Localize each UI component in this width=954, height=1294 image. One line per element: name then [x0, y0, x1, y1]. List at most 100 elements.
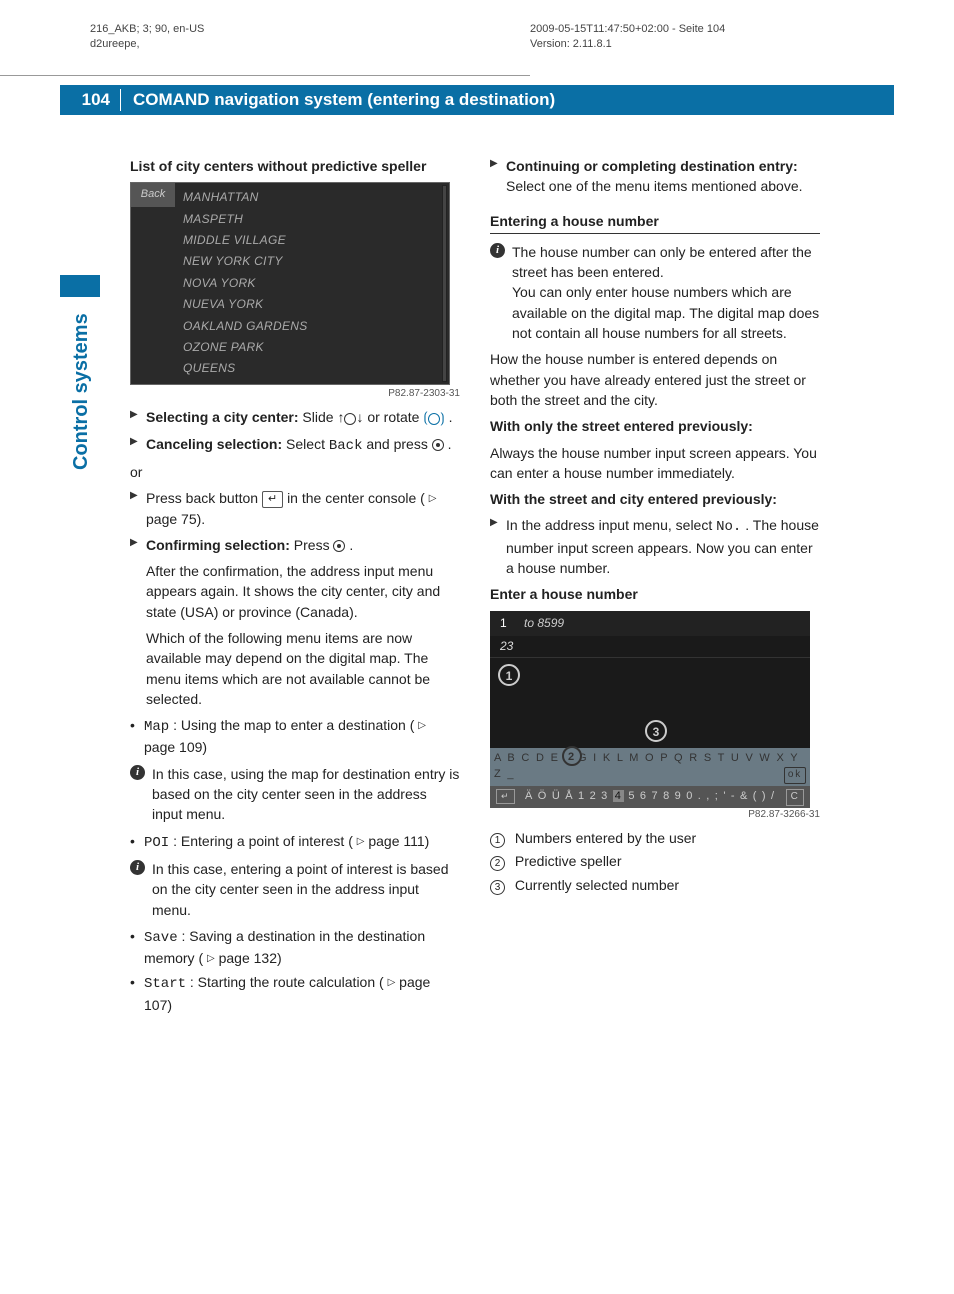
page-ref: page 111) — [368, 833, 429, 849]
entered-value: 23 — [490, 636, 810, 658]
list-item: QUEENS — [179, 358, 449, 379]
option-label: POI — [144, 835, 169, 851]
legend-item: 1 Numbers entered by the user — [490, 828, 820, 848]
page-number: 104 — [60, 90, 120, 110]
slide-icon: ↑↓ — [337, 409, 363, 425]
figure-caption: P82.87-2303-31 — [130, 387, 460, 402]
callout-number-icon: 3 — [490, 880, 505, 895]
doc-meta-right: 2009-05-15T11:47:50+02:00 - Seite 104 Ve… — [530, 22, 725, 53]
right-column: Continuing or completing destination ent… — [490, 150, 820, 1019]
or-separator: or — [130, 462, 460, 482]
section-heading: List of city centers without predictive … — [130, 156, 460, 176]
side-tab-label: Control systems — [70, 313, 93, 470]
row-pre: Ä Ö Ü Å 1 2 3 — [525, 790, 608, 802]
instruction-step: Continuing or completing destination ent… — [490, 156, 820, 197]
page-ref: page 75). — [146, 511, 205, 527]
meta-line: Version: 2.11.8.1 — [530, 37, 725, 52]
top-rule — [0, 75, 530, 76]
option-text: : Starting the route calculation ( — [190, 974, 384, 990]
shot-topbar: 1 to 8599 — [490, 611, 810, 636]
house-number-screenshot: 1 to 8599 23 1 3 A B C D E F G I K L M O… — [490, 611, 810, 806]
topbar-range: to 8599 — [524, 616, 564, 630]
step-text: Select — [286, 436, 329, 452]
option-label: Map — [144, 719, 169, 735]
header-separator — [120, 89, 121, 111]
page-ref: page 132) — [219, 950, 282, 966]
menu-option: Map : Using the map to enter a destinati… — [130, 715, 460, 758]
subheading: Entering a house number — [490, 211, 820, 234]
list-item: OAKLAND GARDENS — [179, 316, 449, 337]
callout-1-icon: 1 — [498, 664, 520, 686]
pageref-icon: ▷ — [207, 952, 215, 967]
legend-text: Predictive speller — [515, 853, 622, 869]
legend-item: 3 Currently selected number — [490, 875, 820, 895]
step-label: Selecting a city center: — [146, 409, 299, 425]
shot-middle: 1 3 — [490, 658, 810, 748]
page-title: COMAND navigation system (entering a des… — [133, 90, 555, 110]
legend-item: 2 Predictive speller — [490, 851, 820, 871]
callout-3-icon: 3 — [645, 720, 667, 742]
menu-option: Save : Saving a destination in the desti… — [130, 926, 460, 969]
legend-text: Numbers entered by the user — [515, 830, 696, 846]
step-label: Canceling selection: — [146, 436, 282, 452]
instruction-step: Selecting a city center: Slide ↑↓ or rot… — [130, 407, 460, 427]
speller-row-numbers: ↵ Ä Ö Ü Å 1 2 3 4 5 6 7 8 9 0 . , ; ' - … — [490, 786, 810, 808]
figure-caption: P82.87-3266-31 — [490, 808, 820, 823]
step-text: or rotate — [367, 409, 423, 425]
press-icon — [333, 540, 345, 552]
pageref-icon: ▷ — [357, 835, 365, 850]
list-item: MIDDLE VILLAGE — [179, 230, 449, 251]
pageref-icon: ▷ — [429, 492, 437, 507]
step-text: Slide — [302, 409, 337, 425]
step-label: Continuing or completing destination ent… — [506, 158, 798, 174]
info-text: You can only enter house numbers which a… — [512, 284, 819, 341]
doc-meta-left: 216_AKB; 3; 90, en-US d2ureepe, — [90, 22, 204, 53]
menu-option: Start : Starting the route calculation (… — [130, 972, 460, 1015]
step-text: . — [449, 409, 453, 425]
left-column: List of city centers without predictive … — [130, 150, 460, 1019]
list-item: NOVA YORK — [179, 273, 449, 294]
info-text: The house number can only be entered aft… — [512, 244, 812, 280]
row-post: 5 6 7 8 9 0 . , ; ' - & ( ) / — [628, 790, 775, 802]
list-item: MASPETH — [179, 209, 449, 230]
city-list-screenshot: Back MANHATTAN MASPETH MIDDLE VILLAGE NE… — [130, 182, 450, 385]
step-text: . — [448, 436, 452, 452]
step-text: in the center console ( — [287, 490, 425, 506]
step-text: In the address input menu, select — [506, 517, 716, 533]
option-label: Save — [144, 930, 178, 946]
instruction-step: Confirming selection: Press . After the … — [130, 535, 460, 709]
option-label: Start — [144, 976, 186, 992]
instruction-step: In the address input menu, select No. . … — [490, 515, 820, 578]
side-tab: Control systems — [60, 275, 100, 475]
list-item: NEW YORK CITY — [179, 251, 449, 272]
content-columns: List of city centers without predictive … — [130, 150, 890, 1019]
list-item: NUEVA YORK — [179, 294, 449, 315]
meta-line: 216_AKB; 3; 90, en-US — [90, 22, 204, 37]
step-paragraph: Which of the following menu items are no… — [146, 628, 460, 709]
legend-text: Currently selected number — [515, 877, 679, 893]
scrollbar-icon — [442, 185, 447, 382]
rotate-icon: ⟮⟯ — [423, 409, 444, 425]
topbar-num: 1 — [500, 616, 507, 630]
option-text: : Entering a point of interest ( — [173, 833, 353, 849]
ui-labelref: Back — [329, 438, 363, 454]
step-text: . — [349, 537, 353, 553]
pageref-icon: ▷ — [388, 976, 396, 991]
selected-digit: 4 — [613, 790, 624, 802]
info-note: In this case, using the map for destinat… — [130, 764, 460, 825]
instruction-step: Canceling selection: Select Back and pre… — [130, 434, 460, 456]
info-note: In this case, entering a point of intere… — [130, 859, 460, 920]
page-ref: page 109) — [144, 739, 207, 755]
callout-number-icon: 1 — [490, 833, 505, 848]
press-icon — [432, 439, 444, 451]
step-text: Press back button — [146, 490, 262, 506]
section-heading: Enter a house number — [490, 584, 820, 604]
back-label: Back — [131, 183, 175, 207]
side-tab-marker — [60, 275, 100, 297]
step-text: Select one of the menu items mentioned a… — [506, 178, 803, 194]
back-button-icon: ↵ — [262, 491, 283, 509]
meta-line: 2009-05-15T11:47:50+02:00 - Seite 104 — [530, 22, 725, 37]
emphasis-line: With the street and city entered previou… — [490, 489, 820, 509]
back-icon: ↵ — [496, 789, 515, 804]
body-paragraph: Always the house number input screen app… — [490, 443, 820, 484]
